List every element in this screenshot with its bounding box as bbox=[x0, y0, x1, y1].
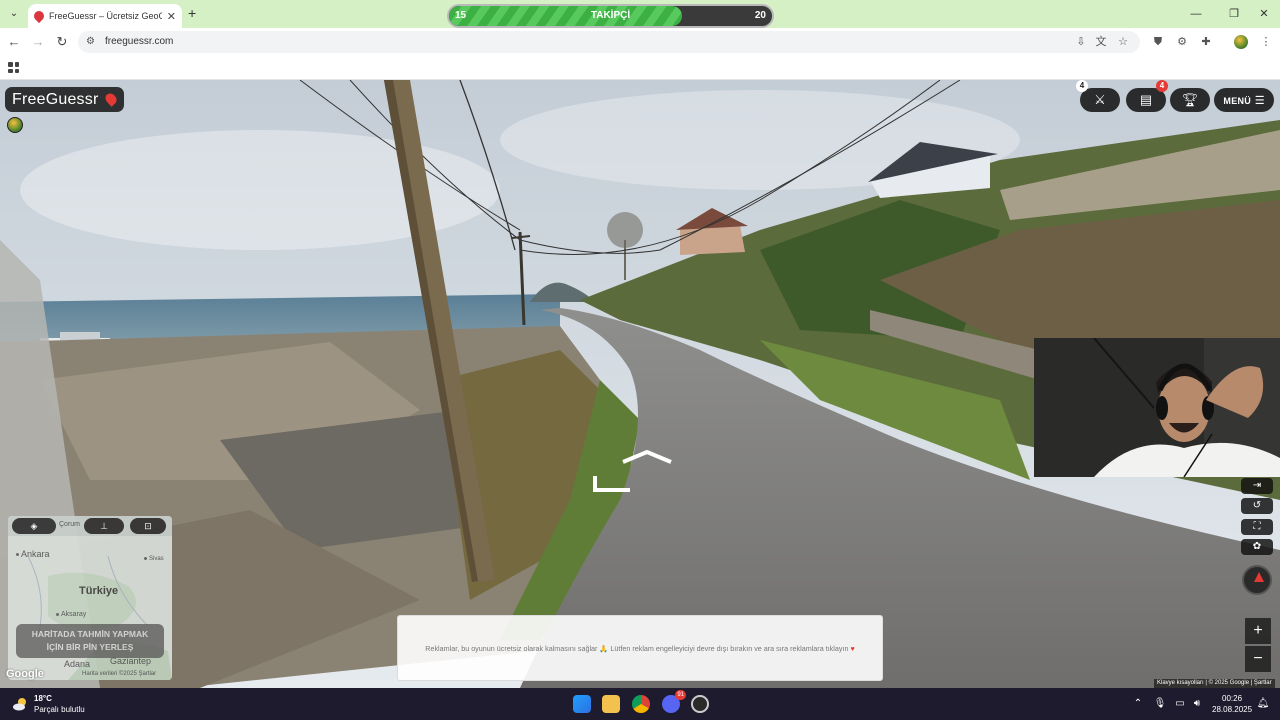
player-avatar[interactable] bbox=[7, 117, 23, 133]
zoom-out-button[interactable]: − bbox=[1245, 646, 1271, 672]
map-label-aksaray: Aksaray bbox=[56, 611, 86, 618]
guess-button-line1: HARİTADA TAHMİN YAPMAK bbox=[31, 629, 149, 639]
collapse-icon[interactable]: ⇥ bbox=[1241, 478, 1273, 494]
follower-goal-bar: 15 TAKİPÇİ 20 bbox=[447, 4, 774, 28]
map-label-corum: Çorum bbox=[59, 521, 81, 528]
compass-needle bbox=[1254, 572, 1264, 582]
discord-notification-badge: 91 bbox=[675, 690, 686, 700]
logo-text: FreeGuessr bbox=[12, 91, 99, 108]
expand-map-icon[interactable]: ⊡ bbox=[130, 518, 166, 534]
reload-icon[interactable]: ↻ bbox=[54, 34, 70, 50]
follower-goal-label: TAKİPÇİ bbox=[590, 10, 631, 21]
follower-goal-end: 20 bbox=[754, 10, 766, 21]
inbox-count-badge: 4 bbox=[1156, 80, 1168, 92]
forward-arrow-icon[interactable]: → bbox=[30, 34, 46, 50]
tab-search-button[interactable]: ⌄ bbox=[6, 6, 22, 22]
compass-icon[interactable] bbox=[1242, 565, 1272, 595]
obs-icon[interactable] bbox=[691, 695, 709, 713]
notification-bell-icon[interactable]: 🔔︎ bbox=[1256, 697, 1270, 711]
layers-icon[interactable]: ◈ bbox=[12, 518, 56, 534]
volume-icon[interactable]: 🔊︎ bbox=[1190, 697, 1204, 711]
new-tab-button[interactable]: + bbox=[188, 5, 202, 21]
map-pin-icon bbox=[103, 91, 120, 107]
pin-icon[interactable]: ⊥ bbox=[84, 518, 124, 534]
discord-icon[interactable]: 91 bbox=[662, 690, 686, 713]
map-label-adana: Adana bbox=[64, 659, 91, 669]
partly-cloudy-icon[interactable] bbox=[12, 696, 28, 712]
extensions-puzzle-icon[interactable]: ✚ bbox=[1198, 34, 1214, 50]
extension-gear-icon[interactable]: ⚙ bbox=[1174, 34, 1190, 50]
fullscreen-icon[interactable]: ⛶ bbox=[1241, 519, 1273, 535]
taskbar-clock-time[interactable]: 00:26 bbox=[1222, 694, 1242, 703]
map-attribution[interactable]: Harita verileri ©2025 Şartlar bbox=[82, 671, 156, 677]
streamer-webcam bbox=[1034, 338, 1280, 477]
bookmarks-bar bbox=[0, 56, 1280, 80]
browser-toolbar: ← → ↻ ⚙ freeguessr.com ⇩ 文 ☆ ⛊ ⚙ ✚ ⋮ bbox=[0, 28, 1280, 56]
menu-label: MENÜ bbox=[1223, 96, 1252, 106]
move-back-arrow-icon[interactable] bbox=[590, 474, 632, 494]
undo-icon[interactable]: ↺ bbox=[1241, 498, 1273, 514]
close-window-icon[interactable]: ✕ bbox=[1256, 6, 1272, 22]
tab-title: FreeGuessr – Ücretsiz GeoGuessr bbox=[49, 11, 162, 21]
hamburger-icon: ☰ bbox=[1254, 95, 1265, 107]
freeguessr-logo[interactable]: FreeGuessr bbox=[5, 87, 125, 112]
microphone-icon[interactable]: 🎙︎ bbox=[1153, 697, 1167, 711]
show-hidden-icons-chevron-icon[interactable]: ⌃ bbox=[1131, 697, 1145, 711]
minimize-icon[interactable]: — bbox=[1188, 6, 1204, 22]
webcam-feed bbox=[1034, 338, 1280, 477]
brain-icon[interactable]: ✿ bbox=[1241, 539, 1273, 555]
menu-button[interactable]: MENÜ ☰ bbox=[1214, 88, 1274, 112]
place-pin-guess-button[interactable]: HARİTADA TAHMİN YAPMAK İÇİN BİR PİN YERL… bbox=[16, 624, 164, 658]
browser-tab-bar: ⌄ FreeGuessr – Ücretsiz GeoGuessr ✕ + 15… bbox=[0, 0, 1280, 28]
url-text[interactable]: freeguessr.com bbox=[105, 31, 173, 53]
weather-temperature[interactable]: 18°C bbox=[34, 694, 52, 703]
install-app-icon[interactable]: ⇩ bbox=[1074, 35, 1088, 49]
heart-icon: ♥ bbox=[850, 644, 855, 653]
guess-minimap[interactable]: ◈ ⊥ ⊡ Çorum Ankara Sivas Türkiye Aksaray… bbox=[8, 516, 172, 680]
street-view-panorama[interactable]: FreeGuessr 4 ⚔ 4 ▤ 🏆︎ MENÜ ☰ ⇥ ↺ ⛶ ✿ + −… bbox=[0, 80, 1280, 688]
duel-count-badge: 4 bbox=[1076, 80, 1088, 92]
freeguessr-favicon-icon bbox=[31, 8, 47, 24]
map-label-ankara: Ankara bbox=[16, 549, 50, 559]
ad-notice-banner: Reklamlar, bu oyunun ücretsiz olarak kal… bbox=[397, 615, 883, 681]
address-bar[interactable]: ⚙ freeguessr.com ⇩ 文 ☆ bbox=[78, 31, 1140, 53]
back-arrow-icon[interactable]: ← bbox=[6, 34, 22, 50]
map-label-gaziantep: Gaziantep bbox=[110, 656, 152, 666]
google-logo: Google bbox=[6, 668, 44, 680]
trophy-icon: 🏆︎ bbox=[1181, 92, 1199, 107]
network-icon[interactable]: ▭ bbox=[1173, 697, 1187, 711]
crossed-swords-icon: ⚔ bbox=[1094, 92, 1106, 107]
minimap-toolbar: ◈ ⊥ ⊡ bbox=[8, 516, 172, 536]
tab-close-icon[interactable]: ✕ bbox=[167, 10, 176, 23]
bookmark-star-icon[interactable]: ☆ bbox=[1116, 35, 1130, 49]
vpn-shield-icon[interactable]: ⛊ bbox=[1150, 34, 1166, 50]
guess-button-line2: İÇİN BİR PİN YERLEŞ bbox=[46, 642, 134, 652]
inbox-button[interactable]: 4 ▤ bbox=[1126, 80, 1168, 112]
windows-taskbar: 18°C Parçalı bulutlu 91 ⌃ 🎙︎ ▭ 🔊︎ 00:26 … bbox=[0, 688, 1280, 720]
apps-grid-icon[interactable] bbox=[8, 62, 19, 73]
more-menu-icon[interactable]: ⋮ bbox=[1258, 34, 1274, 50]
move-forward-arrow-icon[interactable] bbox=[620, 448, 674, 466]
profile-avatar[interactable] bbox=[1234, 35, 1248, 49]
taskbar-clock-date[interactable]: 28.08.2025 bbox=[1212, 705, 1252, 714]
zoom-in-button[interactable]: + bbox=[1245, 618, 1271, 644]
restore-icon[interactable]: ❐ bbox=[1226, 6, 1242, 22]
file-explorer-icon[interactable] bbox=[602, 695, 620, 713]
duel-button[interactable]: 4 ⚔ bbox=[1076, 80, 1120, 112]
site-info-icon[interactable]: ⚙ bbox=[86, 36, 98, 48]
windows-start-icon[interactable] bbox=[573, 695, 591, 713]
printer-icon: ▤ bbox=[1139, 92, 1153, 107]
weather-condition[interactable]: Parçalı bulutlu bbox=[34, 705, 85, 714]
translate-icon[interactable]: 文 bbox=[1094, 35, 1108, 49]
map-label-sivas: Sivas bbox=[144, 556, 164, 562]
chrome-icon[interactable] bbox=[632, 695, 650, 713]
map-label-country: Türkiye bbox=[79, 585, 119, 597]
browser-tab-active[interactable]: FreeGuessr – Ücretsiz GeoGuessr ✕ bbox=[28, 4, 182, 28]
streetview-attribution[interactable]: Klavye kısayolları | © 2025 Google | Şar… bbox=[1154, 679, 1275, 688]
leaderboard-button[interactable]: 🏆︎ bbox=[1170, 88, 1210, 112]
ad-notice-text: Reklamlar, bu oyunun ücretsiz olarak kal… bbox=[425, 644, 855, 653]
